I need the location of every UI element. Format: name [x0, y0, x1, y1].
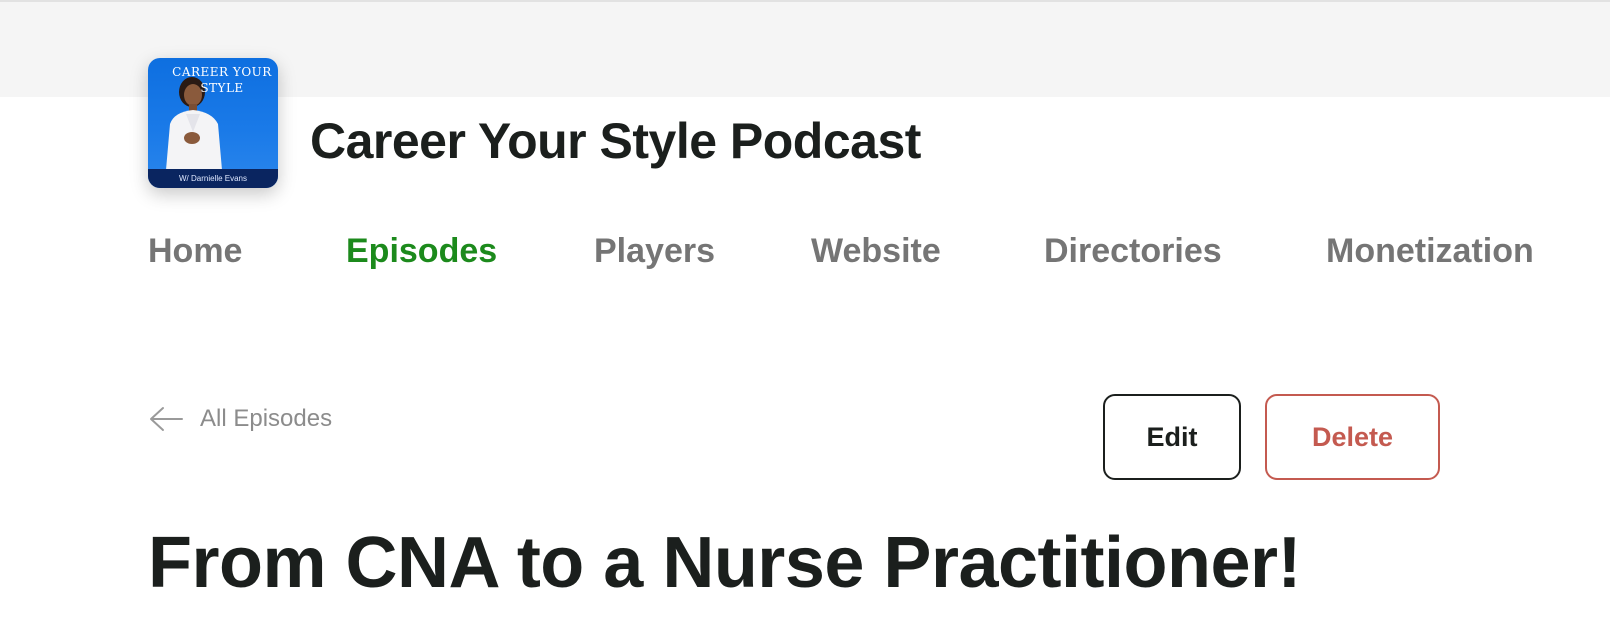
- nav-players[interactable]: Players: [594, 232, 715, 271]
- delete-button[interactable]: Delete: [1265, 394, 1440, 480]
- nav-directories[interactable]: Directories: [1044, 232, 1222, 271]
- back-link-label: All Episodes: [200, 405, 333, 432]
- nav-website[interactable]: Website: [811, 232, 941, 271]
- back-to-all-episodes-link[interactable]: All Episodes: [148, 405, 332, 433]
- cover-footer-text: W/ Darnielle Evans: [148, 169, 278, 188]
- podcast-cover-art[interactable]: CAREER YOUR STYLE W/ Darnielle Evans: [148, 58, 278, 188]
- nav-home[interactable]: Home: [148, 232, 242, 271]
- nav-episodes[interactable]: Episodes: [346, 232, 497, 271]
- cover-title-text: CAREER YOUR STYLE: [172, 65, 272, 95]
- podcast-title: Career Your Style Podcast: [310, 113, 921, 169]
- episode-title: From CNA to a Nurse Practitioner!: [148, 523, 1302, 603]
- edit-button[interactable]: Edit: [1103, 394, 1241, 480]
- arrow-left-icon: [150, 407, 183, 431]
- nav-monetization[interactable]: Monetization: [1326, 232, 1534, 271]
